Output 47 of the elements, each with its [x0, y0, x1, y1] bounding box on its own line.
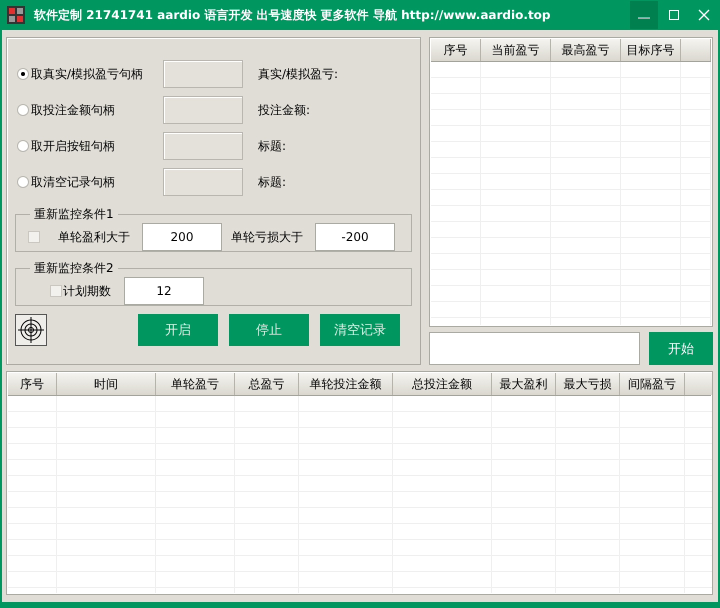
radio-button[interactable]	[17, 68, 29, 80]
crosshair-button[interactable]	[15, 314, 47, 346]
field-label: 投注金额:	[258, 102, 310, 118]
column-header[interactable]: 最高盈亏	[551, 39, 621, 61]
checkbox-label[interactable]: 计划期数	[63, 282, 111, 300]
handle-field[interactable]	[163, 60, 243, 88]
field-label: 单轮亏损大于	[231, 228, 303, 246]
column-header[interactable]: 当前盈亏	[481, 39, 551, 61]
column-header[interactable]: 单轮盈亏	[156, 373, 235, 395]
column-header[interactable]: 总盈亏	[235, 373, 299, 395]
app-icon	[7, 6, 25, 24]
start-button[interactable]: 开始	[649, 332, 713, 365]
handle-field[interactable]	[163, 96, 243, 124]
column-header[interactable]: 序号	[8, 373, 57, 395]
input-field[interactable]: -200	[315, 223, 395, 251]
checkbox[interactable]	[28, 231, 40, 243]
field-label: 标题:	[258, 174, 286, 190]
group-legend: 重新监控条件1	[30, 206, 118, 223]
radio-label[interactable]: 取真实/模拟盈亏句柄	[31, 66, 163, 82]
radio-button[interactable]	[17, 176, 29, 188]
handle-field[interactable]	[163, 132, 243, 160]
field-label: 真实/模拟盈亏:	[258, 66, 338, 82]
column-header[interactable]: 目标序号	[621, 39, 681, 61]
minimize-icon	[638, 17, 650, 19]
column-header[interactable]: 序号	[431, 39, 481, 61]
radio-label[interactable]: 取开启按钮句柄	[31, 138, 163, 154]
text-field[interactable]	[429, 332, 640, 365]
radio-button[interactable]	[17, 104, 29, 116]
checkbox[interactable]	[50, 285, 62, 297]
input-field[interactable]: 200	[142, 223, 222, 251]
column-header[interactable]: 最大亏损	[556, 373, 620, 395]
maximize-icon	[668, 9, 680, 21]
column-header[interactable]: 总投注金额	[393, 373, 492, 395]
group-legend: 重新监控条件2	[30, 260, 118, 277]
close-icon	[698, 9, 710, 21]
column-header[interactable]: 时间	[57, 373, 156, 395]
input-field[interactable]: 12	[124, 277, 204, 305]
field-label: 标题:	[258, 138, 286, 154]
radio-label[interactable]: 取投注金额句柄	[31, 102, 163, 118]
field-label: 单轮盈利大于	[58, 228, 130, 246]
radio-label[interactable]: 取清空记录句柄	[31, 174, 163, 190]
column-header[interactable]: 间隔盈亏	[620, 373, 685, 395]
radio-button[interactable]	[17, 140, 29, 152]
window-title: 软件定制 21741741 aardio 语言开发 出号速度快 更多软件 导航 http://www.aardio.top	[34, 6, 552, 24]
column-header[interactable]: 单轮投注金额	[299, 373, 393, 395]
column-header[interactable]: 最大盈利	[492, 373, 556, 395]
handle-field[interactable]	[163, 168, 243, 196]
